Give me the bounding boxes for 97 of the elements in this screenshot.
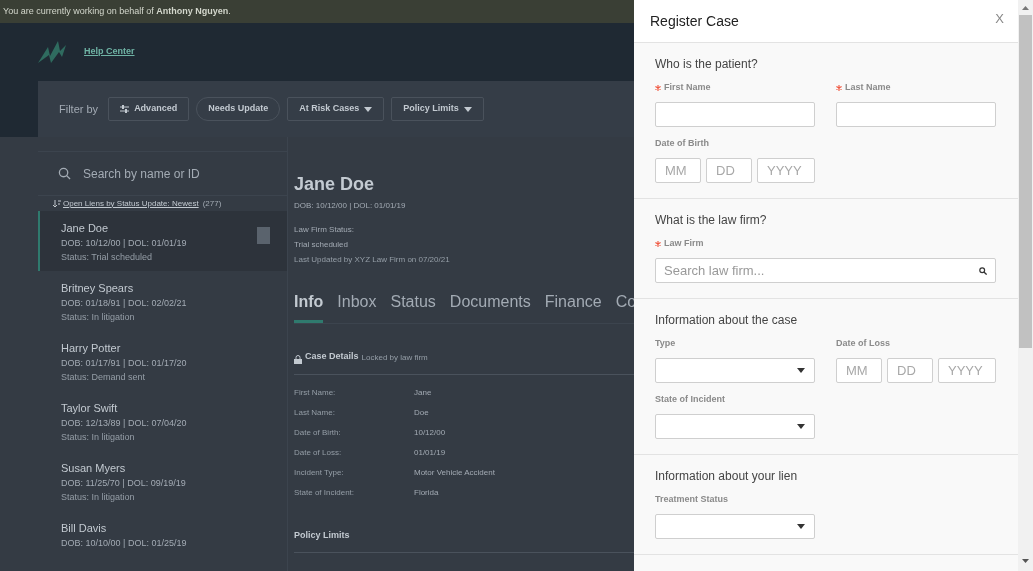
search-icon [58,167,71,180]
filter-label: Filter by [59,101,99,117]
field-label: Type [655,337,676,351]
detail-value: Florida [414,486,440,499]
filter-dropdown[interactable]: Policy Limits [391,97,484,121]
tab[interactable]: Inbox [337,290,377,323]
search-icon [979,267,987,275]
status-label: Law Firm Status: [294,224,355,236]
case-list-item[interactable]: Taylor Swift DOB: 12/13/89 | DOL: 07/04/20 Status: In litigation [38,391,287,451]
last-updated: Last Updated by XYZ Law Firm on 07/20/21 [294,254,451,266]
detail-value: Doe [414,406,430,419]
detail-value: 01/01/19 [414,446,447,459]
detail-label: Incident Type: [294,466,345,479]
caret-icon [797,424,805,429]
tab[interactable]: Status [390,290,436,323]
patient-name: Jane Doe [61,221,110,235]
search-field[interactable]: Search by name or ID [38,151,287,196]
filter-button[interactable]: Advanced [108,97,190,121]
section-note: Locked by law firm [361,351,428,364]
scrollbar-thumb[interactable] [1019,15,1032,348]
patient-name: Bill Davis [61,521,108,535]
result-count: (277) [202,197,222,210]
case-list-item[interactable]: Britney Spears DOB: 01/18/91 | DOL: 02/02/21 Status: In litigation [38,271,287,331]
patient-name: Britney Spears [61,281,135,295]
field-label: Date of Birth [655,137,709,151]
text-field[interactable] [655,102,815,127]
help-center-link[interactable]: Help Center [84,45,135,59]
detail-label: Date of Loss: [294,446,343,459]
detail-value: Motor Vehicle Accident [414,466,496,479]
section-title: Case Details [305,350,359,363]
date-field[interactable]: DD [706,158,752,183]
tab[interactable]: Finance [544,290,602,323]
caret-icon [463,106,472,112]
sliders-icon [120,105,130,113]
patient-status: Status: In litigation [61,311,136,323]
lock-icon [294,354,302,364]
patient-dates: DOB: 11/25/70 | DOL: 09/19/19 [61,477,187,489]
patient-dates: DOB: 01/18/91 | DOL: 02/02/21 [61,297,188,309]
field-label: Date of Loss [836,337,890,351]
select-dropdown[interactable] [655,358,815,383]
caret-icon [797,524,805,529]
patient-status: Status: In litigation [61,491,136,503]
panel-title: Register Case [650,11,739,31]
filter-dropdown[interactable]: At Risk Cases [287,97,385,121]
patient-dates: DOB: 10/10/00 | DOL: 01/25/19 [61,537,188,549]
sort-icon [53,199,61,208]
case-title: Jane Doe [294,173,376,195]
date-field[interactable]: YYYY [757,158,815,183]
text-field[interactable] [836,102,996,127]
field-label: State of Incident [655,393,725,407]
sort-link[interactable]: Open Liens by Status Update: Newest [63,197,199,210]
case-list-item[interactable]: Susan Myers DOB: 11/25/70 | DOL: 09/19/19 Status: In litigation [38,451,287,511]
patient-dates: DOB: 12/13/89 | DOL: 07/04/20 [61,417,188,429]
detail-label: Last Name: [294,406,336,419]
patient-dates: DOB: 01/17/91 | DOL: 01/17/20 [61,357,188,369]
patient-name: Taylor Swift [61,401,119,415]
patient-dates: DOB: 10/12/00 | DOL: 01/01/19 [61,237,188,249]
date-field[interactable]: MM [836,358,882,383]
scroll-down-icon[interactable] [1022,559,1029,563]
detail-value: Jane [414,386,433,399]
banner-text: You are currently working on behalf of Anthony Nguyen. [3,4,231,18]
section-heading: Information about your lien [655,469,799,483]
detail-value: 10/12/00 [414,426,447,439]
field-label: Law Firm [664,237,704,251]
case-dates: DOB: 10/12/00 | DOL: 01/01/19 [294,200,407,212]
logo-icon [38,41,68,63]
date-field[interactable]: DD [887,358,933,383]
section-heading: What is the law firm? [655,213,768,227]
date-field[interactable]: YYYY [938,358,996,383]
field-label: Last Name [845,81,891,95]
field-label: Treatment Status [655,493,729,507]
section-title: Policy Limits [294,528,634,553]
section-heading: Who is the patient? [655,57,759,71]
close-button[interactable]: X [995,9,1004,29]
patient-status: Status: Demand sent [61,371,147,383]
detail-label: Date of Birth: [294,426,342,439]
patient-name: Harry Potter [61,341,122,355]
caret-icon [797,368,805,373]
detail-label: State of Incident: [294,486,356,499]
case-list-item[interactable]: Harry Potter DOB: 01/17/91 | DOL: 01/17/20 Status: Demand sent [38,331,287,391]
field-label: First Name [664,81,711,95]
scroll-up-icon[interactable] [1022,6,1029,10]
date-field[interactable]: MM [655,158,701,183]
detail-label: First Name: [294,386,337,399]
patient-name: Susan Myers [61,461,127,475]
patient-status: Status: Trial scheduled [61,251,154,263]
tab[interactable]: Documents [449,290,531,323]
scrollbar-thumb [257,227,270,244]
case-list-item[interactable]: Bill Davis DOB: 10/10/00 | DOL: 01/25/19 [38,511,287,571]
caret-icon [364,106,373,112]
case-list-item[interactable]: Jane Doe DOB: 10/12/00 | DOL: 01/01/19 Status: Trial scheduled [38,211,287,271]
select-dropdown[interactable] [655,414,815,439]
tab[interactable]: Info [294,290,324,323]
status-value: Trial scheduled [294,239,349,251]
select-dropdown[interactable] [655,514,815,539]
patient-status: Status: In litigation [61,431,136,443]
section-heading: Information about the case [655,313,799,327]
